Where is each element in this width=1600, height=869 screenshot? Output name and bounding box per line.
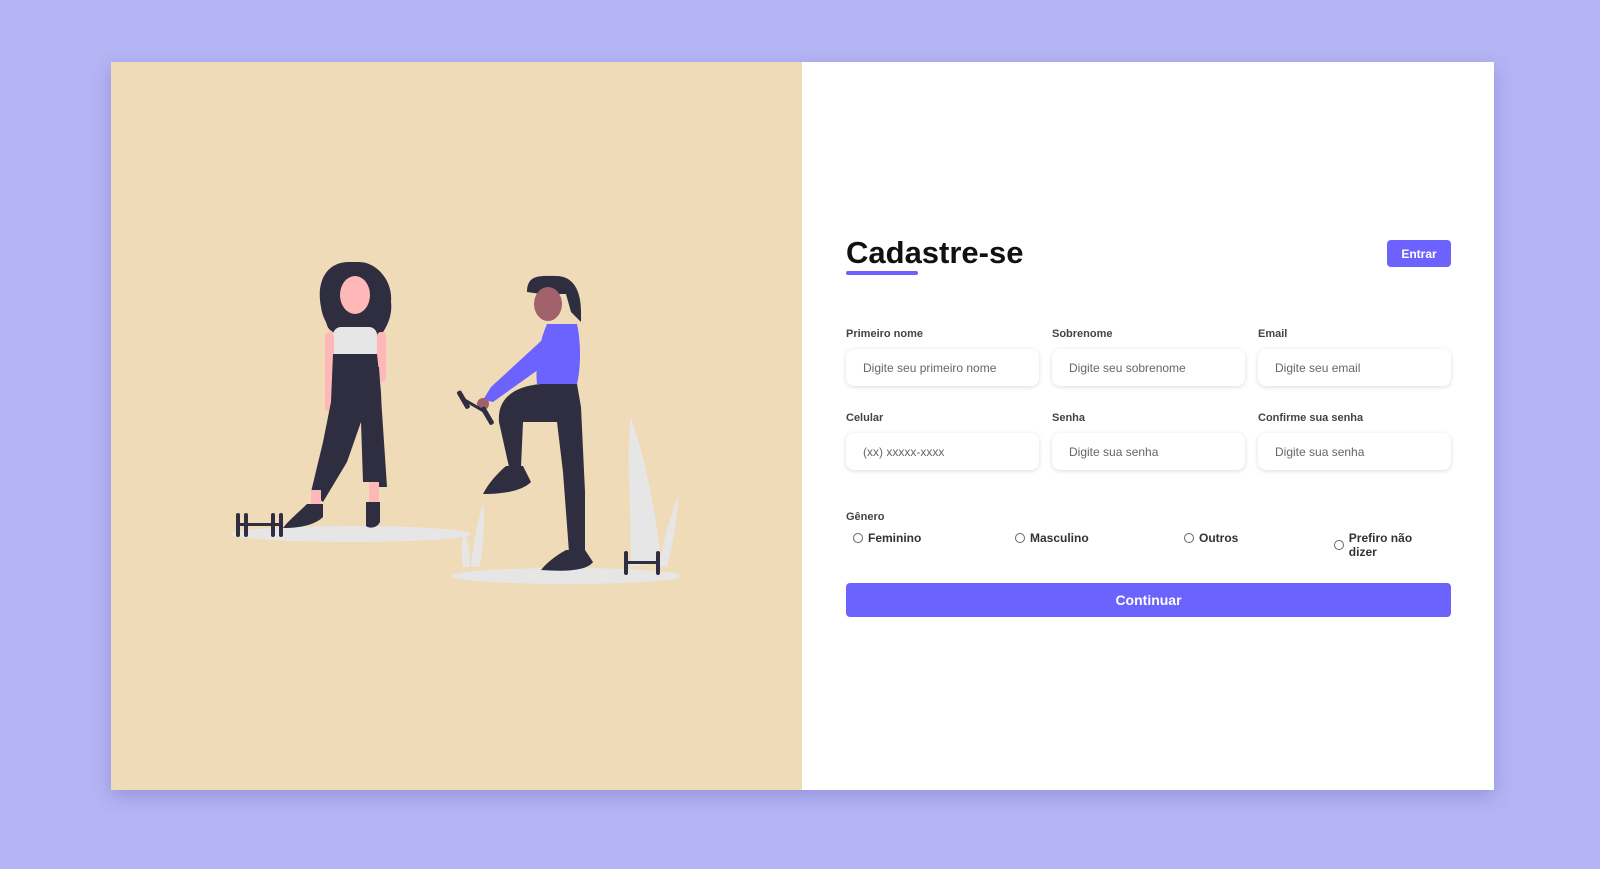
login-button[interactable]: Entrar bbox=[1387, 240, 1451, 267]
confirm-password-input[interactable] bbox=[1258, 433, 1451, 470]
continue-button[interactable]: Continuar bbox=[846, 583, 1451, 617]
fitness-women-illustration bbox=[231, 262, 681, 584]
password-input[interactable] bbox=[1052, 433, 1245, 470]
first-name-label: Primeiro nome bbox=[846, 328, 924, 340]
title-underline bbox=[846, 271, 918, 275]
confirm-password-field: Confirme sua senha bbox=[1258, 412, 1451, 470]
gender-label: Gênero bbox=[846, 511, 885, 523]
first-name-input[interactable] bbox=[846, 349, 1039, 386]
first-name-field: Primeiro nome bbox=[846, 328, 1039, 386]
gender-option-feminino[interactable]: Feminino bbox=[853, 531, 921, 545]
illustration-panel bbox=[111, 62, 802, 790]
radio-circle-icon[interactable] bbox=[1334, 540, 1344, 550]
confirm-password-label: Confirme sua senha bbox=[1258, 412, 1364, 424]
radio-circle-icon[interactable] bbox=[1184, 533, 1194, 543]
signup-fields: Primeiro nome Sobrenome Email Celular Se… bbox=[846, 328, 1451, 470]
phone-label: Celular bbox=[846, 412, 884, 424]
gender-option-label: Prefiro não dizer bbox=[1348, 531, 1413, 559]
last-name-label: Sobrenome bbox=[1052, 328, 1113, 340]
page-title: Cadastre-se bbox=[846, 235, 1024, 270]
phone-input[interactable] bbox=[846, 433, 1039, 470]
woman-exercising-figure bbox=[456, 275, 593, 571]
gender-option-prefiro-nao-dizer[interactable]: Prefiro não dizer bbox=[1334, 531, 1441, 559]
gender-option-outros[interactable]: Outros bbox=[1184, 531, 1238, 545]
email-field: Email bbox=[1258, 328, 1451, 386]
signup-form-panel: Cadastre-se Entrar Primeiro nome Sobreno… bbox=[802, 62, 1494, 790]
radio-circle-icon[interactable] bbox=[853, 533, 863, 543]
last-name-field: Sobrenome bbox=[1052, 328, 1245, 386]
last-name-input[interactable] bbox=[1052, 349, 1245, 386]
gender-option-label: Outros bbox=[1199, 531, 1239, 545]
gender-option-label: Masculino bbox=[1030, 531, 1089, 545]
password-field: Senha bbox=[1052, 412, 1245, 470]
gender-option-label: Feminino bbox=[868, 531, 922, 545]
password-label: Senha bbox=[1052, 412, 1086, 424]
email-input[interactable] bbox=[1258, 349, 1451, 386]
woman-standing-figure bbox=[283, 262, 392, 528]
gender-radio-group: Feminino Masculino Outros Prefiro não di… bbox=[853, 531, 1441, 559]
gender-option-masculino[interactable]: Masculino bbox=[1015, 531, 1089, 545]
signup-card: Cadastre-se Entrar Primeiro nome Sobreno… bbox=[111, 62, 1494, 790]
email-label: Email bbox=[1258, 328, 1288, 340]
phone-field: Celular bbox=[846, 412, 1039, 470]
radio-circle-icon[interactable] bbox=[1015, 533, 1025, 543]
